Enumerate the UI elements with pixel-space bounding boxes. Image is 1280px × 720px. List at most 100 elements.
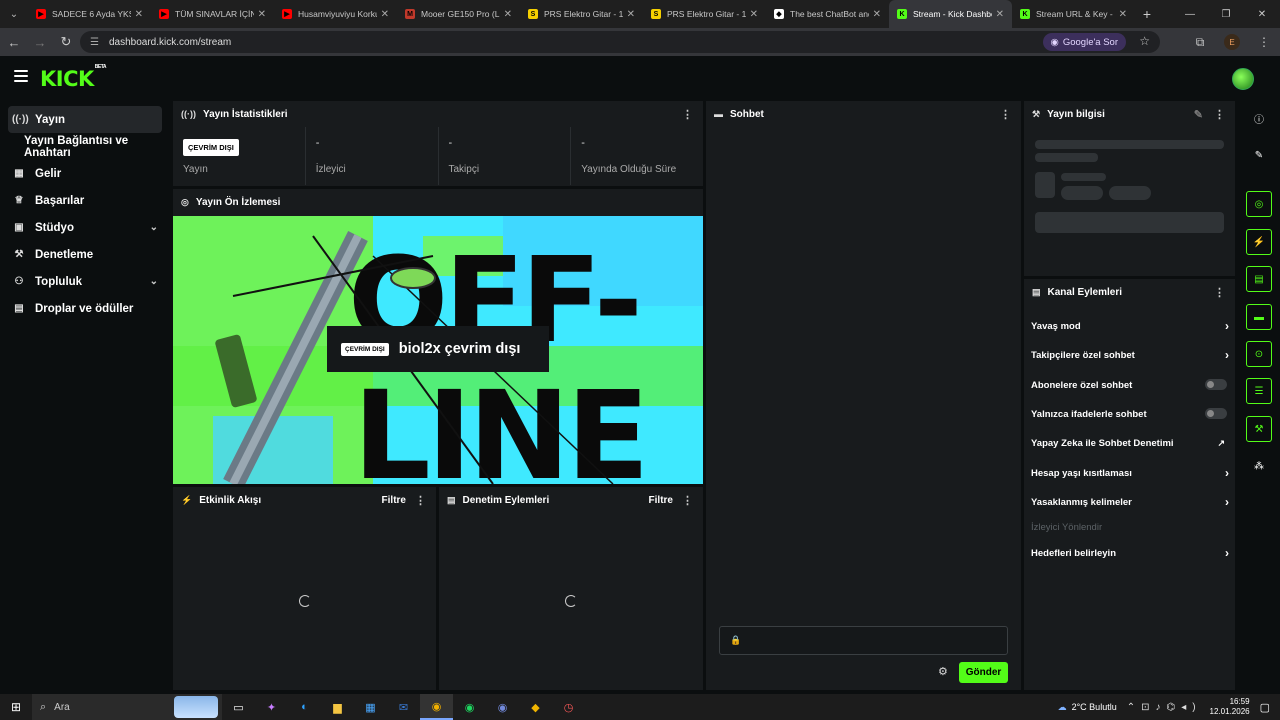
widgets-icon[interactable]: ⁂: [1246, 453, 1272, 479]
bookmark-star-icon[interactable]: ☆: [1139, 34, 1150, 48]
bolt-icon[interactable]: ⚡: [1246, 229, 1272, 255]
tab-close-icon[interactable]: ✕: [627, 9, 635, 20]
browser-toolbar: ← → ↻ ☰ dashboard.kick.com/stream ◉ Goog…: [0, 28, 1280, 56]
forward-button[interactable]: →: [28, 30, 52, 54]
action-set-goals[interactable]: Hedefleri belirleyin ›: [1031, 543, 1229, 563]
sidebar-item-community[interactable]: ⚇ Topluluk ⌄: [0, 268, 170, 295]
browser-menu-icon[interactable]: ⋮: [1248, 35, 1280, 49]
sidebar-item-stream-key[interactable]: Yayın Bağlantısı ve Anahtarı: [0, 133, 170, 160]
new-tab-button[interactable]: +: [1135, 6, 1159, 22]
tab-close-icon[interactable]: ✕: [504, 9, 512, 20]
broadcast-icon[interactable]: ⊙: [1246, 341, 1272, 367]
external-link-icon: ↗: [1217, 437, 1225, 448]
action-banned-words[interactable]: Yasaklanmış kelimeler ›: [1031, 492, 1229, 512]
browser-tab[interactable]: ▶ Husamviyuviyu Korku ✕: [274, 0, 397, 28]
profile-avatar[interactable]: E: [1224, 34, 1240, 50]
edge-icon[interactable]: ◐: [288, 694, 321, 720]
chat-input[interactable]: 🔒: [719, 626, 1008, 655]
browser-tab[interactable]: ◆ The best ChatBot and ✕: [766, 0, 889, 28]
notification-icon[interactable]: ▢: [1260, 701, 1270, 714]
restore-button[interactable]: ❐: [1208, 0, 1244, 28]
chat-settings-gear-icon[interactable]: ⚙: [938, 665, 948, 678]
more-options-icon[interactable]: ⋮: [415, 494, 426, 507]
kick-logo[interactable]: KICKBETA: [40, 64, 107, 91]
user-avatar[interactable]: [1232, 68, 1254, 90]
tab-title: PRS Elektro Gitar - 12: [544, 9, 623, 19]
minimize-button[interactable]: —: [1172, 0, 1208, 28]
more-options-icon[interactable]: ⋮: [682, 494, 693, 507]
back-button[interactable]: ←: [2, 30, 26, 54]
skeleton-pill: [1109, 186, 1151, 200]
send-button[interactable]: Gönder: [959, 662, 1008, 683]
copilot-icon[interactable]: ✦: [255, 694, 288, 720]
tab-close-icon[interactable]: ✕: [258, 9, 266, 20]
sidebar-item-revenue[interactable]: ▦ Gelir: [0, 160, 170, 187]
tab-close-icon[interactable]: ✕: [996, 9, 1004, 20]
windows-start-icon[interactable]: ⊞: [0, 700, 32, 714]
log-icon[interactable]: ▤: [1246, 266, 1272, 292]
tab-close-icon[interactable]: ✕: [873, 9, 881, 20]
info-icon[interactable]: ⓘ: [1246, 105, 1272, 131]
tab-favicon-icon: ▶: [282, 9, 292, 19]
chat-icon[interactable]: ▬: [1246, 304, 1272, 330]
tab-close-icon[interactable]: ✕: [750, 9, 758, 20]
toggle-switch[interactable]: [1205, 408, 1227, 419]
google-ask-button[interactable]: ◉ Google'a Sor: [1042, 33, 1126, 51]
chevron-down-icon: ⌄: [149, 276, 158, 287]
sidebar-item-stream[interactable]: ((·)) Yayın: [8, 106, 162, 133]
people-icon: ⚇: [14, 276, 24, 287]
sidebar-item-moderation[interactable]: ⚒ Denetleme: [0, 241, 170, 268]
loading-spinner: [565, 595, 577, 607]
preview-icon[interactable]: ◎: [1246, 191, 1272, 217]
taskbar-search[interactable]: ⌕ Ara: [32, 694, 222, 720]
action-followers-only[interactable]: Takipçilere özel sohbet ›: [1031, 345, 1229, 365]
weather-widget[interactable]: ☁ 2°C Bulutlu: [1058, 702, 1117, 713]
close-window-button[interactable]: ✕: [1244, 0, 1280, 28]
menu-icon[interactable]: [14, 70, 28, 82]
tab-close-icon[interactable]: ✕: [1119, 9, 1127, 20]
filter-button[interactable]: Filtre: [382, 495, 406, 506]
file-explorer-icon[interactable]: ▆: [321, 694, 354, 720]
tab-close-icon[interactable]: ✕: [381, 9, 389, 20]
sidebar-item-drops[interactable]: ▤ Droplar ve ödüller: [0, 295, 170, 322]
edit-pencil-icon[interactable]: ✎: [1246, 142, 1272, 168]
browser-tab[interactable]: ▶ SADECE 6 Ayda YKS'y ✕: [28, 0, 151, 28]
filter-button[interactable]: Filtre: [649, 495, 673, 506]
system-tray-icons[interactable]: ⌃⊡♪⌬◂): [1127, 702, 1202, 713]
browser-tab[interactable]: S PRS Elektro Gitar - 12 ✕: [643, 0, 766, 28]
reload-button[interactable]: ↻: [54, 30, 78, 54]
sidebar-item-studio[interactable]: ▣ Stüdyo ⌄: [0, 214, 170, 241]
discord-icon[interactable]: ◉: [486, 694, 519, 720]
edit-pencil-icon[interactable]: ✎: [1194, 108, 1203, 121]
wrench-icon[interactable]: ⚒: [1246, 416, 1272, 442]
clock[interactable]: 16:59 12.01.2026: [1210, 697, 1250, 717]
more-options-icon[interactable]: ⋮: [1214, 108, 1225, 121]
action-ai-moderation[interactable]: Yapay Zeka ile Sohbet Denetimi ↗: [1031, 433, 1229, 453]
tab-search-chevron-icon[interactable]: ⌄: [0, 0, 28, 28]
toggle-switch[interactable]: [1205, 379, 1227, 390]
spotify-icon[interactable]: ◉: [453, 694, 486, 720]
tab-close-icon[interactable]: ✕: [135, 9, 143, 20]
app-icon[interactable]: ◆: [519, 694, 552, 720]
browser-tab[interactable]: S PRS Elektro Gitar - 12 ✕: [520, 0, 643, 28]
action-slow-mode[interactable]: Yavaş mod ›: [1031, 316, 1229, 336]
more-options-icon[interactable]: ⋮: [682, 108, 693, 121]
address-bar[interactable]: ☰ dashboard.kick.com/stream ◉ Google'a S…: [80, 31, 1160, 53]
browser-tab[interactable]: K Stream URL & Key - K ✕: [1012, 0, 1135, 28]
site-info-icon[interactable]: ☰: [90, 37, 99, 48]
layout-icon[interactable]: ☰: [1246, 378, 1272, 404]
browser-tab[interactable]: M Mooer GE150 Pro (LE ✕: [397, 0, 520, 28]
action-account-age[interactable]: Hesap yaşı kısıtlaması ›: [1031, 463, 1229, 483]
browser-tab[interactable]: ▶ TÜM SINAVLAR İÇİN ✕: [151, 0, 274, 28]
sidebar-item-achievements[interactable]: ♕ Başarılar: [0, 187, 170, 214]
task-view-icon[interactable]: ▭: [222, 694, 255, 720]
store-icon[interactable]: ▦: [354, 694, 387, 720]
more-options-icon[interactable]: ⋮: [1214, 286, 1225, 299]
browser-tab[interactable]: K Stream - Kick Dashbo ✕: [889, 0, 1012, 28]
mail-icon[interactable]: ✉: [387, 694, 420, 720]
more-options-icon[interactable]: ⋮: [1000, 108, 1011, 121]
extensions-icon[interactable]: ⧉: [1184, 35, 1216, 50]
speedometer-icon[interactable]: ◷: [552, 694, 585, 720]
chrome-icon[interactable]: ◉: [420, 694, 453, 720]
skeleton-bar: [1035, 212, 1224, 233]
